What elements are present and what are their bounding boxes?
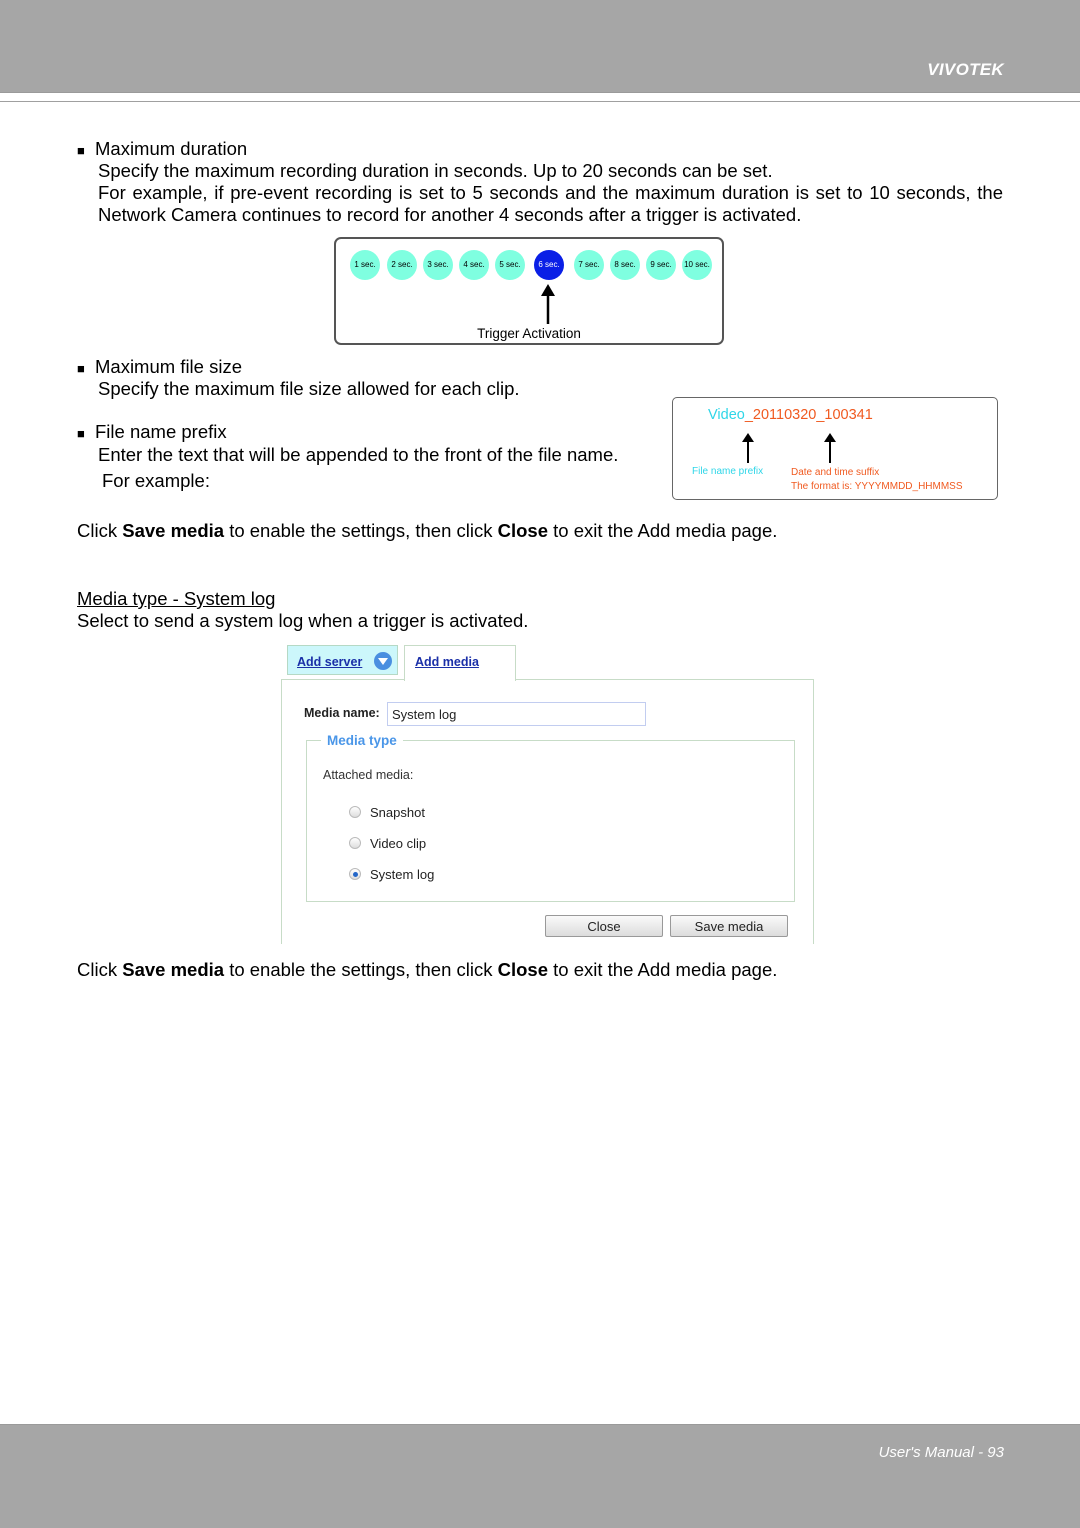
- timeline-step: 3 sec.: [423, 250, 453, 280]
- text: Click: [77, 959, 123, 980]
- filename-prefix: Video: [708, 407, 745, 423]
- suffix-format: The format is: YYYYMMDD_HHMMSS: [791, 481, 963, 492]
- tab-add-media-label: Add media: [415, 655, 479, 669]
- timeline-step: 8 sec.: [610, 250, 640, 280]
- system-log-heading: Media type - System log: [77, 588, 276, 609]
- bullet-icon: ■: [77, 361, 85, 376]
- close-button[interactable]: Close: [545, 915, 663, 937]
- radio-button[interactable]: [349, 837, 361, 849]
- close-ref: Close: [497, 959, 549, 980]
- text: to exit the Add media page.: [548, 959, 778, 980]
- timeline-step: 9 sec.: [646, 250, 676, 280]
- timeline-step: 1 sec.: [350, 250, 380, 280]
- bullet-icon: ■: [77, 143, 85, 158]
- timeline-step: 7 sec.: [574, 250, 604, 280]
- media-name-label: Media name:: [304, 706, 380, 720]
- radio-button-selected[interactable]: [349, 868, 361, 880]
- max-duration-heading: ■ Maximum duration: [77, 138, 247, 162]
- tab-add-media[interactable]: Add media: [404, 645, 516, 681]
- tab-add-server-label: Add server: [297, 655, 363, 669]
- text: to enable the settings, then click: [224, 959, 498, 980]
- filename-example: Video_20110320_100341: [708, 407, 873, 423]
- timeline-figure: 1 sec. 2 sec. 3 sec. 4 sec. 5 sec. 6 sec. 7 se…: [334, 237, 724, 345]
- max-duration-example: For example, if pre-event recording is s…: [98, 182, 1003, 225]
- save-media-button[interactable]: Save media: [670, 915, 788, 937]
- page-header: VIVOTEK: [0, 0, 1080, 93]
- radio-label: Snapshot: [370, 805, 425, 820]
- system-log-desc: Select to send a system log when a trigg…: [77, 610, 529, 631]
- save-media-ref: Save media: [122, 959, 225, 980]
- timeline-step: 10 sec.: [682, 250, 712, 280]
- brand-logo: VIVOTEK: [927, 60, 1004, 79]
- text: Click: [77, 520, 123, 541]
- up-arrow-icon: [541, 284, 555, 324]
- tab-connector: [405, 679, 515, 681]
- text: to exit the Add media page.: [548, 520, 778, 541]
- add-media-screenshot: Add server Add media Media name: Media t…: [281, 644, 814, 944]
- close-ref: Close: [497, 520, 549, 541]
- header-divider: [0, 101, 1080, 102]
- up-arrow-icon: [742, 433, 754, 463]
- save-instructions-2: Click Save media to enable the settings,…: [77, 959, 777, 981]
- timeline-step: 2 sec.: [387, 250, 417, 280]
- max-file-size-title: Maximum file size: [95, 356, 242, 377]
- page-number: User's Manual - 93: [878, 1444, 1004, 1461]
- text: to enable the settings, then click: [224, 520, 498, 541]
- max-duration-title: Maximum duration: [95, 138, 248, 159]
- trigger-activation-label: Trigger Activation: [477, 326, 581, 341]
- save-media-ref: Save media: [122, 520, 225, 541]
- media-type-legend: Media type: [321, 733, 403, 748]
- attached-media-label: Attached media:: [323, 768, 414, 782]
- chevron-down-circle-icon[interactable]: [374, 652, 392, 670]
- suffix-caption: Date and time suffix The format is: YYYY…: [791, 466, 963, 494]
- max-file-size-heading: ■ Maximum file size: [77, 356, 242, 380]
- file-name-prefix-heading: ■ File name prefix: [77, 421, 227, 445]
- prefix-caption: File name prefix: [692, 466, 764, 477]
- max-duration-desc: Specify the maximum recording duration i…: [98, 160, 773, 181]
- up-arrow-icon: [824, 433, 836, 463]
- filename-suffix: _20110320_100341: [744, 407, 873, 423]
- timeline-step: 6 sec.: [534, 250, 564, 280]
- timeline-step: 5 sec.: [495, 250, 525, 280]
- radio-label: Video clip: [370, 836, 427, 851]
- timeline-step: 4 sec.: [459, 250, 489, 280]
- tab-add-server[interactable]: Add server: [287, 645, 398, 675]
- file-name-prefix-example-label: For example:: [102, 470, 210, 491]
- filename-example-figure: Video_20110320_100341 File name prefix D…: [672, 397, 998, 500]
- suffix-caption-title: Date and time suffix: [791, 467, 880, 478]
- save-instructions-1: Click Save media to enable the settings,…: [77, 520, 777, 542]
- media-name-input[interactable]: [387, 702, 646, 726]
- max-file-size-desc: Specify the maximum file size allowed fo…: [98, 378, 520, 399]
- radio-label: System log: [370, 867, 435, 882]
- page-footer: User's Manual - 93: [0, 1424, 1080, 1528]
- file-name-prefix-title: File name prefix: [95, 421, 227, 442]
- radio-button[interactable]: [349, 806, 361, 818]
- file-name-prefix-desc: Enter the text that will be appended to …: [98, 444, 619, 465]
- bullet-icon: ■: [77, 426, 85, 441]
